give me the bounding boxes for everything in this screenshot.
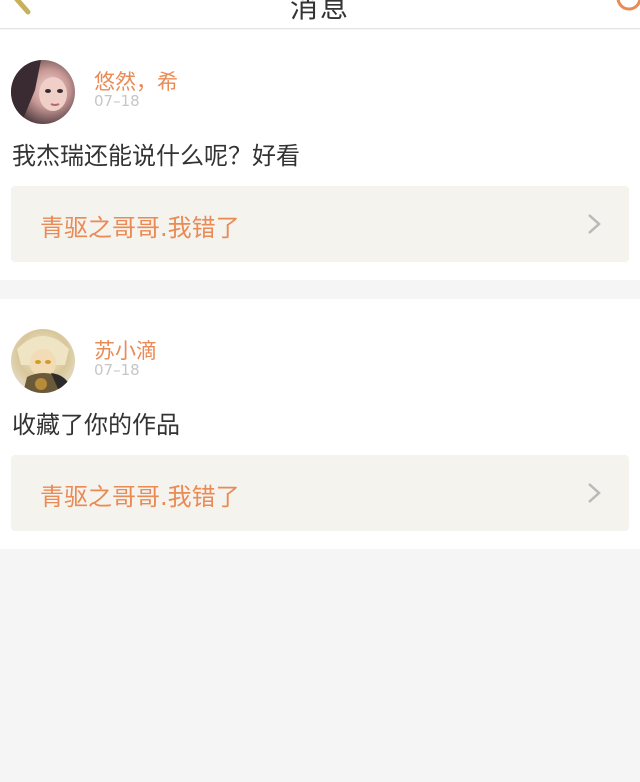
message-card: 苏小滴 07–18 收藏了你的作品 青驱之哥哥.我错了 xyxy=(0,299,640,549)
work-link[interactable]: 青驱之哥哥.我错了 xyxy=(11,186,629,262)
avatar-image xyxy=(11,329,75,393)
message-content: 收藏了你的作品 xyxy=(12,411,180,439)
work-link-title: 青驱之哥哥.我错了 xyxy=(40,483,240,511)
avatar-image xyxy=(11,60,75,124)
chevron-right-icon xyxy=(588,483,601,503)
work-link[interactable]: 青驱之哥哥.我错了 xyxy=(11,455,629,531)
user-icon[interactable] xyxy=(612,0,640,14)
work-link-title: 青驱之哥哥.我错了 xyxy=(40,214,240,242)
message-date: 07–18 xyxy=(94,361,140,379)
message-content: 我杰瑞还能说什么呢？好看 xyxy=(12,142,300,170)
chevron-right-icon xyxy=(588,214,601,234)
message-card: 悠然，希 07–18 我杰瑞还能说什么呢？好看 青驱之哥哥.我错了 xyxy=(0,30,640,280)
avatar[interactable] xyxy=(11,329,75,393)
avatar[interactable] xyxy=(11,60,75,124)
page-title: 消息 xyxy=(289,0,350,24)
message-date: 07–18 xyxy=(94,92,140,110)
top-bar: 消息 xyxy=(0,0,640,29)
